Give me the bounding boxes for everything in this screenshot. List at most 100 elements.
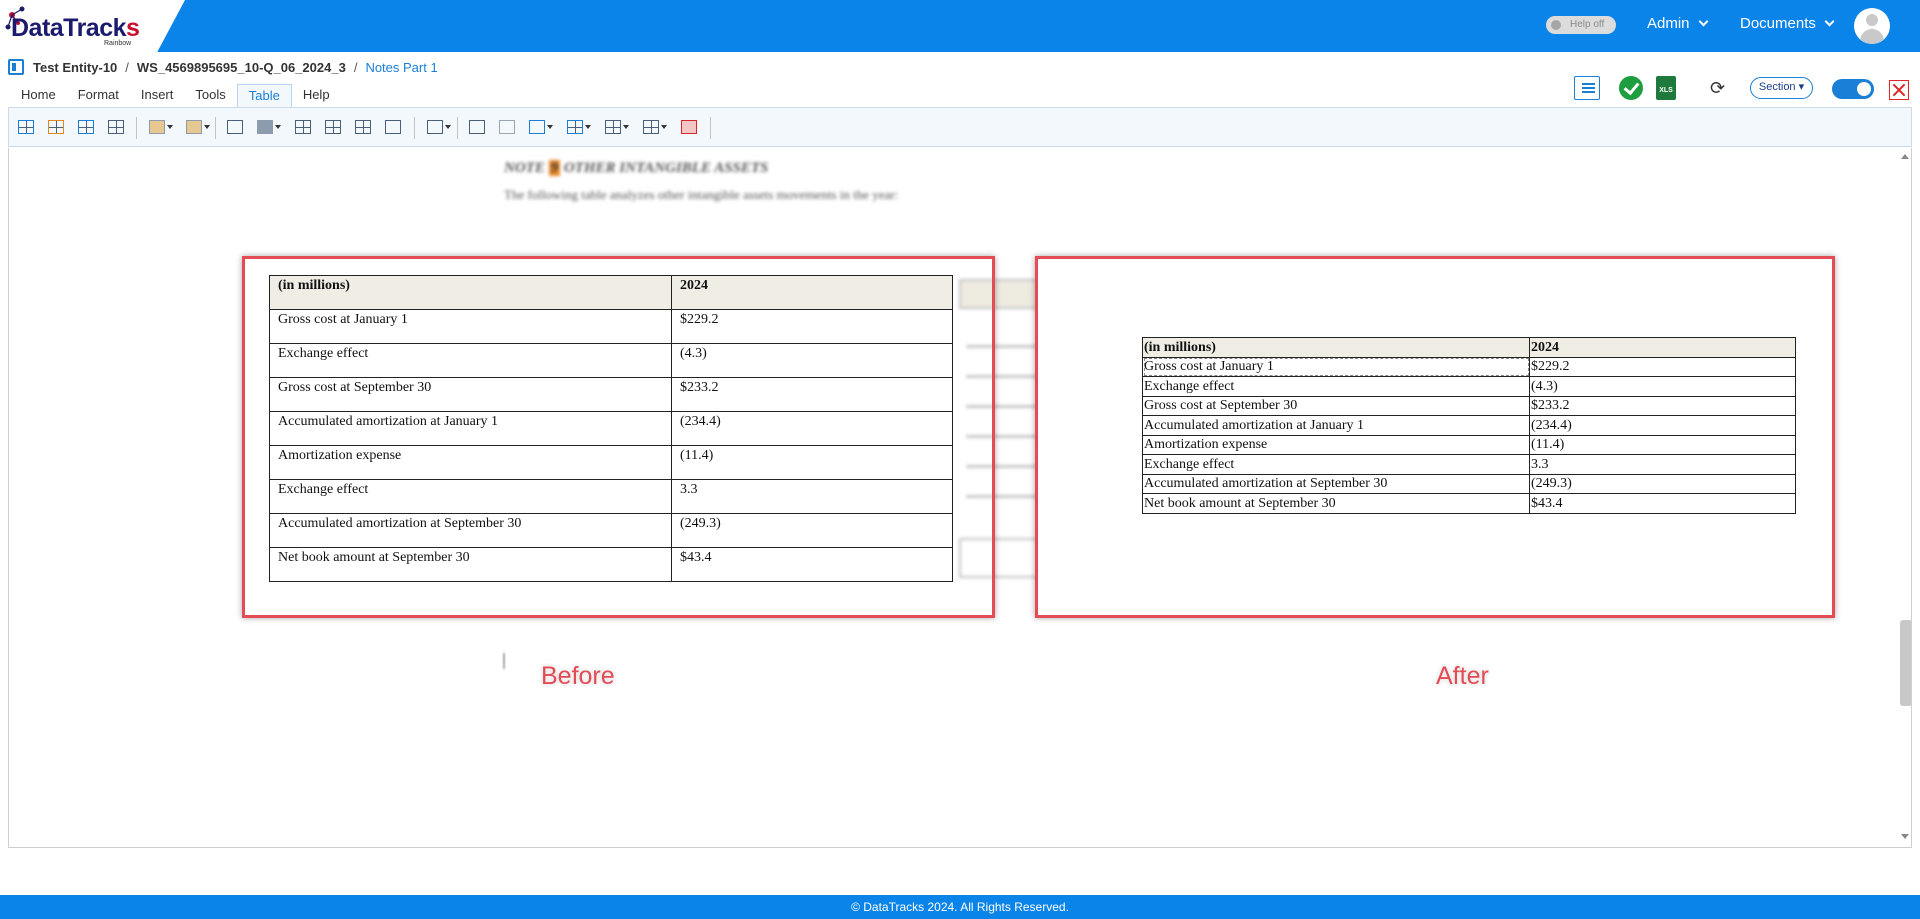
table-cell[interactable]: Gross cost at September 30 <box>269 377 672 412</box>
table-cell[interactable]: Exchange effect <box>1142 376 1530 397</box>
validate-check-button[interactable] <box>1619 76 1643 100</box>
table-cell[interactable]: $229.2 <box>671 309 953 344</box>
after-label: After <box>1436 662 1489 690</box>
tab-format[interactable]: Format <box>67 84 130 108</box>
table-cell[interactable]: Accumulated amortization at September 30 <box>269 513 672 548</box>
table-layout-icon[interactable] <box>642 119 667 135</box>
table-cell[interactable]: Accumulated amortization at September 30 <box>1142 473 1530 494</box>
table-cell[interactable]: (11.4) <box>671 445 953 480</box>
close-icon[interactable] <box>1889 80 1909 100</box>
table-cell[interactable]: $229.2 <box>1529 356 1796 377</box>
breadcrumb-section[interactable]: Notes Part 1 <box>365 60 437 75</box>
note-heading-blurred: NOTE 9 OTHER INTANGIBLE ASSETS The follo… <box>504 160 899 202</box>
tab-home[interactable]: Home <box>10 84 67 108</box>
breadcrumb-separator: / <box>125 59 129 75</box>
refresh-icon[interactable]: ⟳ <box>1710 78 1730 98</box>
toolbar-divider <box>457 117 458 139</box>
insert-column-icon[interactable] <box>185 119 210 135</box>
table-cell[interactable]: (11.4) <box>1529 434 1796 455</box>
cell-alignment-icon[interactable] <box>528 119 553 135</box>
outline-list-button[interactable] <box>1574 76 1600 100</box>
insert-table-icon[interactable] <box>17 119 35 135</box>
delete-cells-icon[interactable] <box>354 119 372 135</box>
cell-fill-icon[interactable] <box>256 119 281 135</box>
table-row: Exchange effect 3.3 <box>1142 454 1796 475</box>
toolbar-divider <box>414 117 415 139</box>
table-row: Gross cost at January 1 $229.2 <box>269 309 953 344</box>
table-row: Exchange effect (4.3) <box>1142 376 1796 397</box>
table-cell[interactable]: Amortization expense <box>269 445 672 480</box>
export-xls-button[interactable]: XLS <box>1656 76 1676 100</box>
cell-borders-icon[interactable] <box>226 119 244 135</box>
split-cells-icon[interactable] <box>324 119 342 135</box>
table-cell[interactable]: $43.4 <box>1529 493 1796 514</box>
table-cell[interactable]: (234.4) <box>671 411 953 446</box>
breadcrumb-workspace[interactable]: WS_4569895695_10-Q_06_2024_3 <box>137 60 346 75</box>
table-cell[interactable]: Exchange effect <box>269 343 672 378</box>
list-line-icon <box>1582 91 1595 93</box>
row-height-icon[interactable] <box>566 119 591 135</box>
breadcrumb-entity[interactable]: Test Entity-10 <box>33 60 117 75</box>
tab-help[interactable]: Help <box>292 84 341 108</box>
table-cell[interactable]: Gross cost at January 1 <box>269 309 672 344</box>
table-header-cell[interactable]: (in millions) <box>1142 337 1530 358</box>
admin-menu[interactable]: Admin <box>1647 15 1708 32</box>
toolbar-divider <box>136 117 137 139</box>
tab-table[interactable]: Table <box>236 84 292 108</box>
delete-table-icon[interactable] <box>680 119 698 135</box>
tab-insert[interactable]: Insert <box>130 84 185 108</box>
table-cell[interactable]: (249.3) <box>671 513 953 548</box>
table-cell[interactable]: 3.3 <box>671 479 953 514</box>
table-cell[interactable]: (4.3) <box>671 343 953 378</box>
table-row: Amortization expense (11.4) <box>269 445 953 480</box>
table-cell[interactable]: Exchange effect <box>269 479 672 514</box>
table-cell[interactable]: (234.4) <box>1529 415 1796 436</box>
vertical-scrollbar[interactable] <box>1897 148 1911 847</box>
table-cell[interactable]: 3.3 <box>1529 454 1796 475</box>
table-cell[interactable]: Net book amount at September 30 <box>1142 493 1530 514</box>
table-cell[interactable]: (249.3) <box>1529 473 1796 494</box>
scroll-up-icon[interactable] <box>1901 154 1909 159</box>
table-cell[interactable]: $233.2 <box>1529 395 1796 416</box>
table-row: Accumulated amortization at January 1 (23… <box>1142 415 1796 436</box>
insert-row-icon[interactable] <box>148 119 173 135</box>
table-header-cell[interactable]: 2024 <box>1529 337 1796 358</box>
document-icon <box>8 59 24 75</box>
table-cell[interactable]: $233.2 <box>671 377 953 412</box>
table-row: Accumulated amortization at January 1 (23… <box>269 411 953 446</box>
table-cell[interactable]: Gross cost at September 30 <box>1142 395 1530 416</box>
section-dropdown[interactable]: Section ▾ <box>1750 77 1813 99</box>
table-cell[interactable]: $43.4 <box>671 547 953 582</box>
before-label: Before <box>541 662 615 690</box>
table-cell[interactable]: Net book amount at September 30 <box>269 547 672 582</box>
table-cell[interactable]: Accumulated amortization at January 1 <box>1142 415 1530 436</box>
after-table[interactable]: (in millions) 2024 Gross cost at January… <box>1142 337 1796 514</box>
text-wrap-icon[interactable] <box>498 119 516 135</box>
scrollbar-thumb[interactable] <box>1900 620 1911 706</box>
merge-cells-icon[interactable] <box>294 119 312 135</box>
table-header-cell[interactable]: (in millions) <box>269 275 672 310</box>
table-row: Accumulated amortization at September 30… <box>1142 473 1796 494</box>
distribute-columns-icon[interactable] <box>384 119 402 135</box>
table-cell[interactable]: Accumulated amortization at January 1 <box>269 411 672 446</box>
toolbar-divider <box>215 117 216 139</box>
add-table-header-icon[interactable] <box>77 119 95 135</box>
line-spacing-icon[interactable] <box>426 119 451 135</box>
table-properties-icon[interactable] <box>47 119 65 135</box>
show-gridlines-icon[interactable] <box>107 119 125 135</box>
table-cell[interactable]: (4.3) <box>1529 376 1796 397</box>
table-cell[interactable]: Exchange effect <box>1142 454 1530 475</box>
user-avatar[interactable] <box>1854 8 1890 44</box>
column-width-icon[interactable] <box>604 119 629 135</box>
column-guides-icon[interactable] <box>468 119 486 135</box>
documents-menu[interactable]: Documents <box>1740 15 1835 32</box>
tab-tools[interactable]: Tools <box>184 84 236 108</box>
table-header-cell[interactable]: 2024 <box>671 275 953 310</box>
help-toggle[interactable]: Help off <box>1546 16 1616 34</box>
view-toggle-switch[interactable] <box>1832 79 1874 99</box>
document-editor[interactable]: NOTE 9 OTHER INTANGIBLE ASSETS The follo… <box>8 148 1912 848</box>
before-table[interactable]: (in millions) 2024 Gross cost at January… <box>269 275 953 582</box>
table-cell[interactable]: Amortization expense <box>1142 434 1530 455</box>
table-cell[interactable]: Gross cost at January 1 <box>1142 356 1530 377</box>
scroll-down-icon[interactable] <box>1901 834 1909 839</box>
